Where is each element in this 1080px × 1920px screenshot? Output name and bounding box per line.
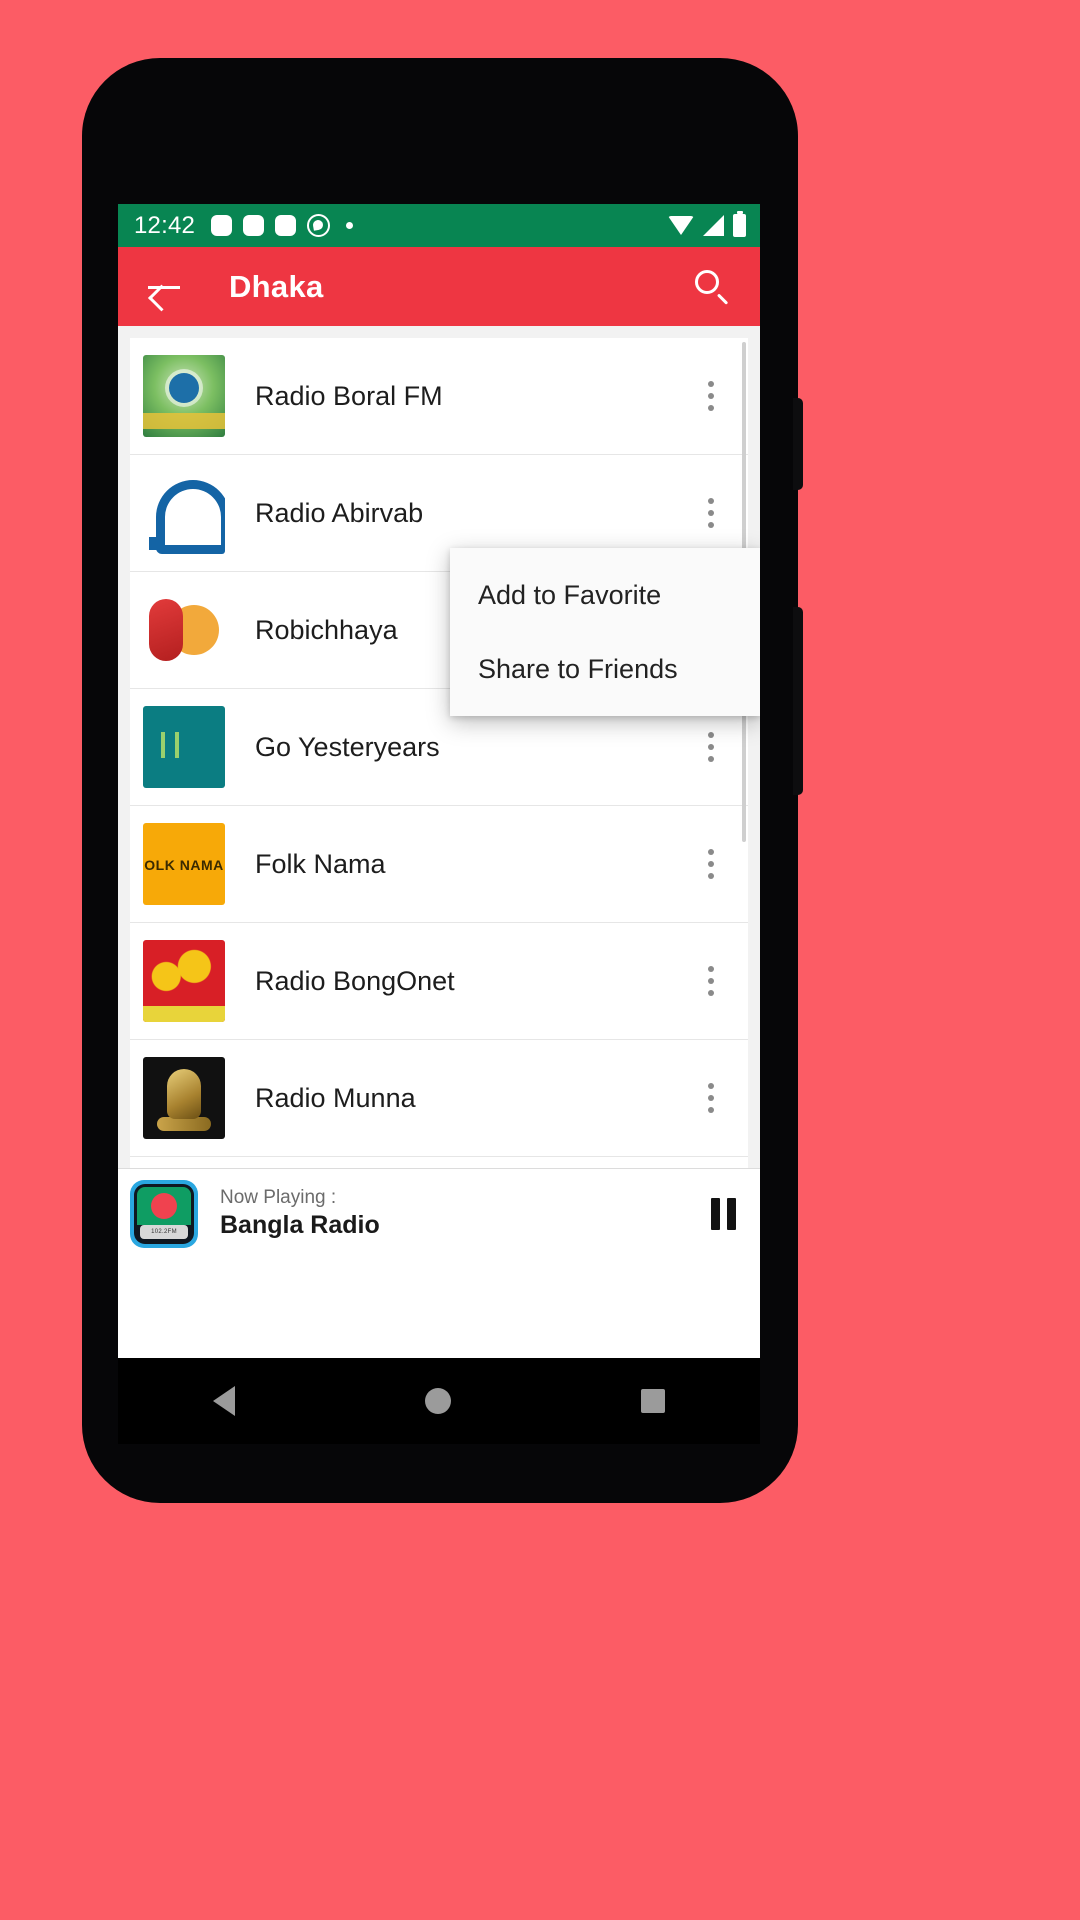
search-lens [695,269,719,294]
station-name: Radio BongOnet [255,965,455,996]
station-name: Radio Munna [255,1082,416,1113]
radio-dial-display: 102.2FM [140,1224,188,1239]
menu-item-add-to-favorite[interactable]: Add to Favorite [450,558,760,632]
station-name: Radio Abirvab [255,497,424,528]
list-item[interactable]: Radio BongOnet [130,923,748,1040]
wifi-icon [668,216,694,235]
overflow-menu-icon[interactable] [688,946,734,1016]
notification-dot-icon [346,222,354,229]
overflow-menu-icon[interactable] [688,361,734,431]
android-nav-bar [118,1358,760,1444]
status-bar-notification-icons [211,214,354,237]
notification-square-icon [275,215,297,236]
station-name: Radio Boral FM [255,380,443,411]
station-list: Radio Boral FM Radio Abirvab Robichhaya … [130,338,748,1168]
station-logo [143,355,225,437]
overflow-menu-icon[interactable] [688,712,734,782]
station-logo-text: OLK NAMA [144,856,224,873]
back-triangle-icon[interactable] [213,1386,235,1416]
list-item[interactable]: OLK NAMA Folk Nama [130,806,748,923]
pause-icon[interactable] [711,1197,736,1230]
station-logo: OLK NAMA [143,823,225,905]
station-logo [143,706,225,788]
now-playing-text: Now Playing : Bangla Radio [220,1186,711,1241]
status-bar: 12:42 [118,204,760,247]
page-title: Dhaka [229,268,324,304]
bangladesh-flag-icon [137,1186,191,1225]
notification-square-icon [211,215,233,236]
now-playing-artwork: 102.2FM [130,1179,198,1248]
overflow-menu-icon[interactable] [688,1063,734,1133]
search-handle [716,292,729,305]
battery-icon [733,211,746,237]
station-logo [143,589,225,671]
radio-dial-text: 102.2FM [151,1228,177,1235]
now-playing-title: Bangla Radio [220,1210,380,1239]
station-logo [143,1057,225,1139]
now-playing-artwork-inner: 102.2FM [134,1183,194,1244]
station-name: Folk Nama [255,848,386,879]
station-list-area: Radio Boral FM Radio Abirvab Robichhaya … [118,326,760,1168]
status-bar-clock: 12:42 [134,211,196,239]
overflow-menu-icon[interactable] [688,478,734,548]
recents-square-icon[interactable] [641,1389,665,1413]
back-arrow-icon[interactable] [144,267,184,307]
phone-side-button-power[interactable] [793,607,803,795]
phone-side-button-volume[interactable] [793,398,803,490]
home-circle-icon[interactable] [425,1388,451,1414]
status-bar-system-icons [668,211,746,237]
list-item[interactable]: Radio Boral FM [130,338,748,455]
notification-square-icon [243,215,265,236]
phone-screen: 12:42 Dhaka Radio Boral FM Radio Abirvab… [118,204,760,1358]
app-bar: Dhaka [118,247,760,326]
station-logo [143,940,225,1022]
now-playing-bar[interactable]: 102.2FM Now Playing : Bangla Radio [118,1168,760,1258]
station-name: Go Yesteryears [255,731,440,762]
now-playing-label: Now Playing : [220,1187,337,1208]
list-item[interactable]: Radio Munna [130,1040,748,1157]
station-logo [143,472,225,554]
overflow-menu-icon[interactable] [688,829,734,899]
search-icon[interactable] [690,265,734,309]
context-menu: Add to Favorite Share to Friends [450,548,760,716]
notification-circle-icon [307,214,331,237]
menu-item-share-to-friends[interactable]: Share to Friends [450,632,760,706]
signal-icon [703,215,724,236]
